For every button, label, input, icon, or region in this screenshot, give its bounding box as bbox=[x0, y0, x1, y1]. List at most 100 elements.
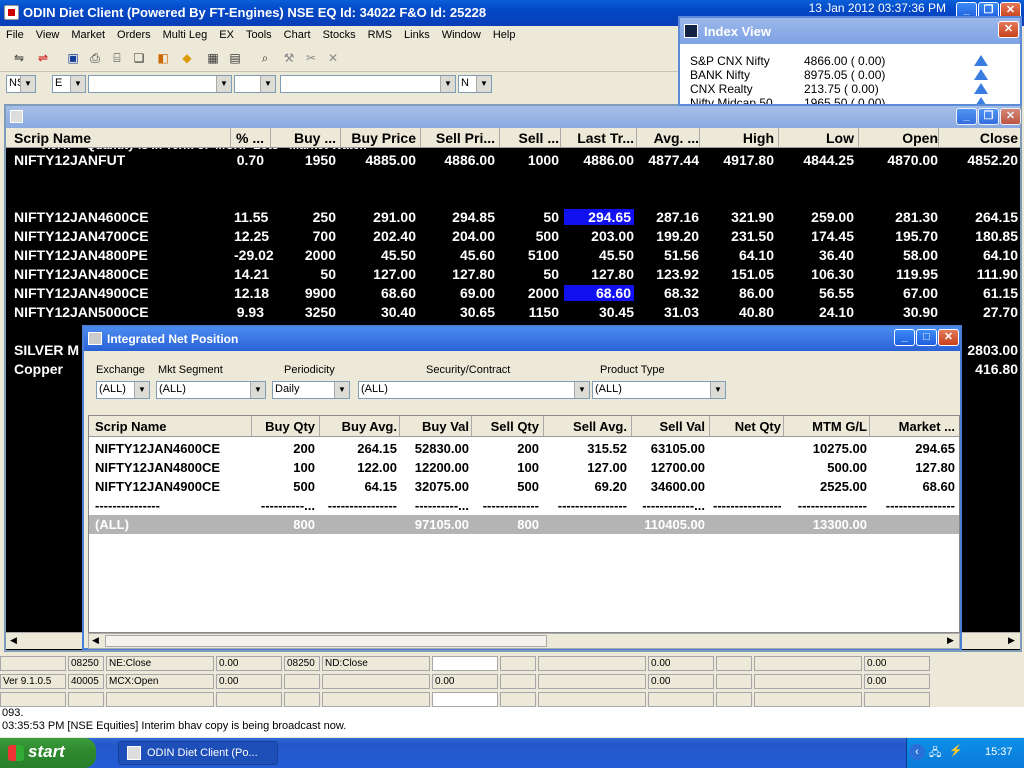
index-row[interactable]: Nifty Midcap 50 1965.50 ( 0.00) bbox=[690, 96, 990, 104]
column-divider[interactable] bbox=[251, 416, 252, 436]
exchange-select[interactable]: (ALL) ▼ bbox=[96, 381, 150, 399]
column-divider[interactable] bbox=[319, 416, 320, 436]
index-row[interactable]: BANK Nifty 8975.05 ( 0.00) bbox=[690, 68, 990, 82]
column-divider[interactable] bbox=[270, 128, 271, 147]
chevron-down-icon[interactable]: ▼ bbox=[440, 76, 455, 92]
grid-column-header[interactable]: Net Qty bbox=[713, 419, 781, 434]
menu-item-market[interactable]: Market bbox=[65, 26, 111, 41]
maximize-icon[interactable]: □ bbox=[916, 329, 937, 346]
close-icon[interactable]: ✕ bbox=[938, 329, 959, 346]
chevron-left-icon[interactable]: ‹ bbox=[909, 744, 925, 760]
index-row[interactable]: CNX Realty 213.75 ( 0.00) bbox=[690, 82, 990, 96]
chart-icon[interactable]: ◧ bbox=[154, 50, 172, 67]
copy-icon[interactable]: ❏ bbox=[130, 50, 148, 67]
market-watch-row[interactable]: NIFTY12JAN4600CE 11.55 250 291.00 294.85 50 29… bbox=[6, 208, 1020, 227]
column-divider[interactable] bbox=[858, 128, 859, 147]
cancel-icon[interactable]: ✕ bbox=[324, 50, 342, 67]
print-icon[interactable]: ⎙ bbox=[86, 50, 104, 67]
palette-icon[interactable]: ◆ bbox=[178, 50, 196, 67]
menu-item-stocks[interactable]: Stocks bbox=[317, 26, 362, 41]
menu-item-help[interactable]: Help bbox=[487, 26, 522, 41]
product-select[interactable]: (ALL) ▼ bbox=[592, 381, 726, 399]
close-icon[interactable]: ✕ bbox=[1000, 108, 1021, 125]
column-divider[interactable] bbox=[399, 416, 400, 436]
column-header[interactable]: Low bbox=[782, 130, 854, 146]
connect-icon[interactable]: ⇋ bbox=[10, 50, 28, 67]
instrument-combo[interactable]: ▼ bbox=[88, 75, 232, 93]
menu-item-tools[interactable]: Tools bbox=[240, 26, 278, 41]
grid-row[interactable]: --------------- ----------... ------------… bbox=[89, 496, 959, 515]
menu-item-window[interactable]: Window bbox=[436, 26, 487, 41]
grid-column-header[interactable]: Market ... bbox=[873, 419, 955, 434]
close-icon[interactable]: ✕ bbox=[998, 21, 1019, 38]
minimize-icon[interactable]: _ bbox=[956, 108, 977, 125]
column-divider[interactable] bbox=[938, 128, 939, 147]
find-icon[interactable]: ⌕ bbox=[256, 50, 274, 67]
column-header[interactable]: Last Tr... bbox=[564, 130, 634, 146]
total-row[interactable]: (ALL) 800 97105.00 800 110405.00 13300.00 bbox=[89, 515, 959, 534]
grid-column-header[interactable]: Buy Val bbox=[403, 419, 469, 434]
column-divider[interactable] bbox=[699, 128, 700, 147]
column-header[interactable]: Avg. ... bbox=[640, 130, 699, 146]
scissors-icon[interactable]: ✂ bbox=[302, 50, 320, 67]
column-divider[interactable] bbox=[471, 416, 472, 436]
column-header[interactable]: Buy ... bbox=[274, 130, 336, 146]
market-watch-row[interactable] bbox=[6, 170, 1020, 189]
chevron-down-icon[interactable]: ▼ bbox=[476, 76, 491, 92]
menu-item-ex[interactable]: EX bbox=[213, 26, 240, 41]
index-row[interactable]: S&P CNX Nifty 4866.00 ( 0.00) bbox=[690, 54, 990, 68]
chevron-left-icon[interactable]: ◀ bbox=[92, 635, 99, 646]
column-header[interactable]: % ... bbox=[234, 130, 264, 146]
chevron-down-icon[interactable]: ▼ bbox=[334, 382, 349, 398]
market-watch-row[interactable]: NIFTY12JANFUT 0.70 1950 4885.00 4886.00 1000 4… bbox=[6, 151, 1020, 170]
column-header[interactable]: Sell Pri... bbox=[424, 130, 495, 146]
column-divider[interactable] bbox=[543, 416, 544, 436]
grid-column-header[interactable]: Buy Avg. bbox=[323, 419, 397, 434]
market-watch-row[interactable]: NIFTY12JAN4700CE 12.25 700 202.40 204.00 500 2… bbox=[6, 227, 1020, 246]
market-watch-row[interactable]: NIFTY12JAN4800CE 14.21 50 127.00 127.80 50 127… bbox=[6, 265, 1020, 284]
grid-row[interactable]: NIFTY12JAN4800CE 100 122.00 12200.00 100 127.… bbox=[89, 458, 959, 477]
save-icon[interactable]: ▣ bbox=[64, 50, 82, 67]
power-icon[interactable]: ⚡ bbox=[949, 744, 963, 757]
column-divider[interactable] bbox=[420, 128, 421, 147]
chevron-down-icon[interactable]: ▼ bbox=[20, 76, 35, 92]
chevron-down-icon[interactable]: ▼ bbox=[574, 382, 589, 398]
market-watch-row[interactable] bbox=[6, 189, 1020, 208]
column-header[interactable]: Scrip Name bbox=[14, 130, 91, 146]
column-header[interactable]: High bbox=[703, 130, 774, 146]
column-divider[interactable] bbox=[631, 416, 632, 436]
segment-select[interactable]: (ALL) ▼ bbox=[156, 381, 266, 399]
grid-column-header[interactable]: Scrip Name bbox=[95, 419, 167, 434]
horizontal-scrollbar[interactable]: ◀ ▶ bbox=[88, 633, 960, 649]
series-combo[interactable]: ▼ bbox=[280, 75, 456, 93]
restore-icon[interactable]: ❐ bbox=[978, 108, 999, 125]
grid-column-header[interactable]: Sell Val bbox=[635, 419, 705, 434]
minimize-icon[interactable]: _ bbox=[894, 329, 915, 346]
grid-icon[interactable]: ▦ bbox=[204, 50, 222, 67]
tools-icon[interactable]: ⚒ bbox=[280, 50, 298, 67]
column-header[interactable]: Sell ... bbox=[503, 130, 559, 146]
menu-item-multi-leg[interactable]: Multi Leg bbox=[157, 26, 214, 41]
chevron-right-icon[interactable]: ▶ bbox=[1008, 635, 1015, 646]
column-divider[interactable] bbox=[340, 128, 341, 147]
menu-item-file[interactable]: File bbox=[0, 26, 30, 41]
column-header[interactable]: Open bbox=[862, 130, 938, 146]
scroll-thumb[interactable] bbox=[105, 635, 547, 647]
chevron-down-icon[interactable]: ▼ bbox=[250, 382, 265, 398]
market-watch-row[interactable]: NIFTY12JAN5000CE 9.93 3250 30.40 30.65 1150 30… bbox=[6, 303, 1020, 322]
taskbar-item-odin[interactable]: ODIN Diet Client (Po... bbox=[118, 741, 278, 765]
column-header[interactable]: Close bbox=[942, 130, 1018, 146]
preview-icon[interactable]: ⌸ bbox=[108, 50, 126, 67]
segment-combo[interactable]: E ▼ bbox=[52, 75, 86, 93]
view-icon[interactable]: ▤ bbox=[226, 50, 244, 67]
column-divider[interactable] bbox=[778, 128, 779, 147]
chevron-down-icon[interactable]: ▼ bbox=[710, 382, 725, 398]
chevron-right-icon[interactable]: ▶ bbox=[947, 635, 954, 646]
column-divider[interactable] bbox=[230, 128, 231, 147]
column-divider[interactable] bbox=[560, 128, 561, 147]
chevron-down-icon[interactable]: ▼ bbox=[216, 76, 231, 92]
symbol-combo[interactable]: ▼ bbox=[234, 75, 276, 93]
exchange-combo[interactable]: NSE▼ bbox=[6, 75, 36, 93]
security-select[interactable]: (ALL) ▼ bbox=[358, 381, 590, 399]
market-watch-row[interactable]: NIFTY12JAN4800PE -29.02 2000 45.50 45.60 5100… bbox=[6, 246, 1020, 265]
